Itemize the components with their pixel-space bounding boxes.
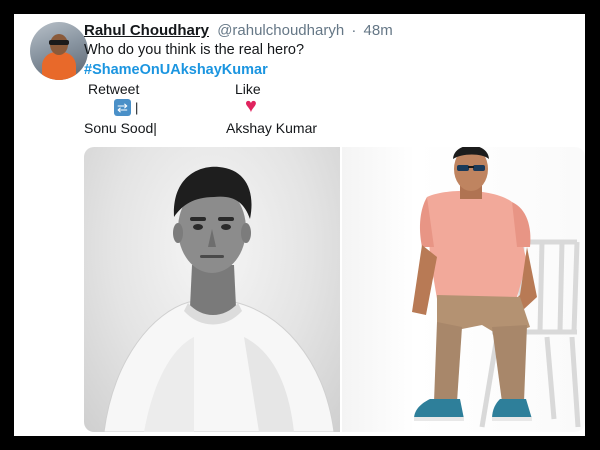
- retweet-option-label: Sonu Sood|: [84, 120, 157, 136]
- tweet-timestamp[interactable]: 48m: [364, 22, 393, 39]
- retweet-indicator: ⇄ |: [114, 99, 138, 116]
- heart-icon: ♥: [245, 95, 257, 117]
- tweet-photo-right[interactable]: [342, 147, 585, 432]
- tweet-photo-left[interactable]: [84, 147, 340, 432]
- tweet-header: Rahul Choudhary @rahulchoudharyh · 48m: [84, 22, 393, 39]
- avatar-sunglasses: [49, 40, 69, 45]
- retweet-icon: ⇄: [114, 99, 131, 116]
- portrait-illustration-right: [412, 147, 581, 428]
- header-separator: ·: [351, 22, 357, 39]
- hashtag-link[interactable]: #ShameOnUAkshayKumar: [84, 62, 268, 78]
- author-handle[interactable]: @rahulchoudharyh: [217, 22, 344, 39]
- author-name[interactable]: Rahul Choudhary: [84, 22, 209, 39]
- avatar-body: [42, 52, 76, 80]
- tweet-text: Who do you think is the real hero?: [84, 42, 305, 58]
- portrait-illustration-left: [103, 166, 335, 432]
- retweet-label: Retweet: [88, 81, 140, 97]
- screenshot-frame: Rahul Choudhary @rahulchoudharyh · 48m W…: [0, 0, 600, 450]
- retweet-bar: |: [135, 100, 139, 115]
- tweet-card[interactable]: Rahul Choudhary @rahulchoudharyh · 48m W…: [14, 14, 585, 436]
- avatar[interactable]: [30, 22, 88, 80]
- like-option-label: Akshay Kumar: [226, 120, 318, 136]
